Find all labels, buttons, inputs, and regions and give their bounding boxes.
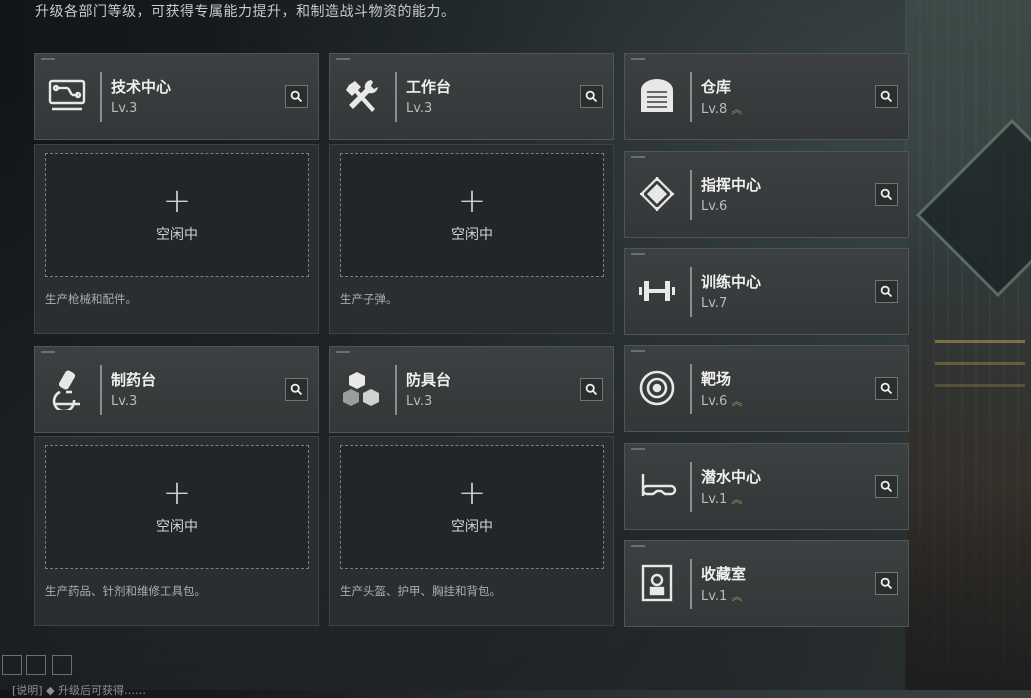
facility-name: 技术中心 <box>111 78 172 96</box>
facility-description: 生产子弹。 <box>340 292 398 306</box>
chip-icon <box>635 172 679 216</box>
facility-name: 收藏室 <box>701 565 747 583</box>
search-button[interactable] <box>285 378 308 401</box>
facility-level: Lv.6 ︽ <box>701 394 743 409</box>
dumbbell-icon <box>635 269 679 313</box>
facility-name: 仓库 <box>701 78 732 96</box>
plus-icon: + <box>162 181 192 221</box>
diving-mask-icon <box>635 464 679 508</box>
search-icon <box>880 90 893 103</box>
facility-name: 工作台 <box>406 78 452 96</box>
facility-level: Lv.3 <box>406 394 433 409</box>
plus-icon: + <box>457 181 487 221</box>
card-training-center[interactable]: 训练中心 Lv.7 <box>624 248 909 335</box>
upgrade-available-icon: ︽ <box>731 590 743 603</box>
toolbar-square-3[interactable] <box>52 655 72 675</box>
facility-level: Lv.8 ︽ <box>701 102 743 117</box>
search-button[interactable] <box>580 85 603 108</box>
search-button[interactable] <box>875 572 898 595</box>
facility-description: 生产头盔、护甲、胸挂和背包。 <box>340 584 501 598</box>
search-icon <box>880 480 893 493</box>
facility-level: Lv.3 <box>406 101 433 116</box>
plus-icon: + <box>457 473 487 513</box>
production-slot[interactable]: + 空闲中 <box>45 153 309 277</box>
plus-icon: + <box>162 473 192 513</box>
production-panel-pharmacy: + 空闲中 生产药品、针剂和维修工具包。 <box>34 436 319 626</box>
upgrade-available-icon: ︽ <box>731 493 743 506</box>
production-slot[interactable]: + 空闲中 <box>340 445 604 569</box>
card-command-center[interactable]: 指挥中心 Lv.6 <box>624 151 909 238</box>
card-pharmacy[interactable]: 制药台 Lv.3 <box>34 346 319 433</box>
toolbar-square-2[interactable] <box>26 655 46 675</box>
facility-level: Lv.3 <box>111 101 138 116</box>
facility-level: Lv.3 <box>111 394 138 409</box>
microscope-icon <box>45 367 89 411</box>
footer-hint: [说明] ◆ 升级后可获得…… <box>12 684 147 697</box>
facility-level: Lv.7 <box>701 296 728 311</box>
bottom-toolbar <box>0 650 1031 690</box>
search-icon <box>290 383 303 396</box>
facility-description: 生产药品、针剂和维修工具包。 <box>45 584 206 598</box>
search-icon <box>585 90 598 103</box>
display-case-icon <box>635 561 679 605</box>
cubes-icon <box>340 367 384 411</box>
production-panel-workbench: + 空闲中 生产子弹。 <box>329 144 614 334</box>
search-button[interactable] <box>875 377 898 400</box>
facility-name: 潜水中心 <box>701 468 762 486</box>
facility-description: 生产枪械和配件。 <box>45 292 137 306</box>
upgrade-available-icon: ︽ <box>731 395 743 408</box>
facility-name: 靶场 <box>701 370 732 388</box>
target-icon <box>635 366 679 410</box>
card-armor-bench[interactable]: 防具台 Lv.3 <box>329 346 614 433</box>
production-panel-tech-center: + 空闲中 生产枪械和配件。 <box>34 144 319 334</box>
search-icon <box>880 188 893 201</box>
search-icon <box>880 382 893 395</box>
slot-status: 空闲中 <box>451 227 493 243</box>
warehouse-icon <box>635 74 679 118</box>
production-slot[interactable]: + 空闲中 <box>45 445 309 569</box>
search-button[interactable] <box>875 475 898 498</box>
search-button[interactable] <box>580 378 603 401</box>
toolbar-square-1[interactable] <box>2 655 22 675</box>
facility-name: 训练中心 <box>701 273 762 291</box>
facility-level: Lv.1 ︽ <box>701 492 743 507</box>
card-collection-room[interactable]: 收藏室 Lv.1 ︽ <box>624 540 909 627</box>
upgrade-available-icon: ︽ <box>731 103 743 116</box>
facility-name: 制药台 <box>111 371 157 389</box>
slot-status: 空闲中 <box>156 227 198 243</box>
tools-icon <box>340 74 384 118</box>
background-scenery <box>905 0 1031 690</box>
card-diving-center[interactable]: 潜水中心 Lv.1 ︽ <box>624 443 909 530</box>
search-button[interactable] <box>875 85 898 108</box>
search-icon <box>880 577 893 590</box>
production-panel-armor-bench: + 空闲中 生产头盔、护甲、胸挂和背包。 <box>329 436 614 626</box>
facility-name: 指挥中心 <box>701 176 762 194</box>
facility-level: Lv.1 ︽ <box>701 589 743 604</box>
search-button[interactable] <box>875 280 898 303</box>
card-shooting-range[interactable]: 靶场 Lv.6 ︽ <box>624 345 909 432</box>
search-icon <box>290 90 303 103</box>
search-button[interactable] <box>285 85 308 108</box>
facility-level: Lv.6 <box>701 199 728 214</box>
card-warehouse[interactable]: 仓库 Lv.8 ︽ <box>624 53 909 140</box>
search-button[interactable] <box>875 183 898 206</box>
facility-name: 防具台 <box>406 371 452 389</box>
production-slot[interactable]: + 空闲中 <box>340 153 604 277</box>
card-tech-center[interactable]: 技术中心 Lv.3 <box>34 53 319 140</box>
search-icon <box>585 383 598 396</box>
search-icon <box>880 285 893 298</box>
card-workbench[interactable]: 工作台 Lv.3 <box>329 53 614 140</box>
slot-status: 空闲中 <box>451 519 493 535</box>
slot-status: 空闲中 <box>156 519 198 535</box>
monitor-icon <box>45 74 89 118</box>
page-subtitle: 升级各部门等级，可获得专属能力提升，和制造战斗物资的能力。 <box>35 4 456 20</box>
